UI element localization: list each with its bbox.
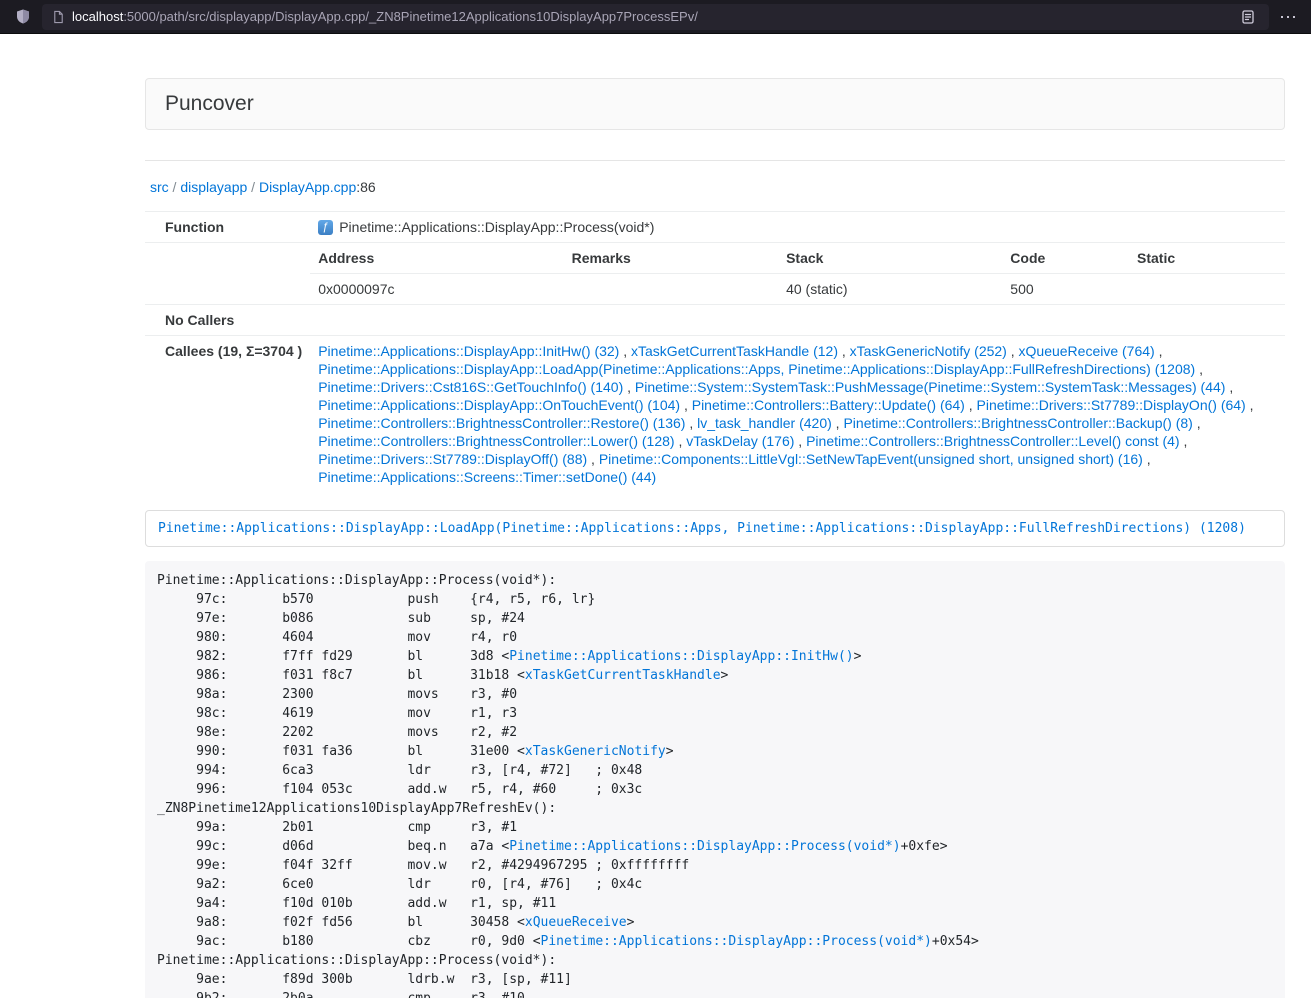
stat-value-code: 500: [1002, 274, 1129, 305]
callee-separator: ,: [1195, 361, 1203, 377]
code-symbol-link[interactable]: Pinetime::Applications::DisplayApp::Proc…: [509, 839, 900, 854]
callee-link[interactable]: Pinetime::Applications::DisplayApp::Load…: [318, 361, 1195, 377]
selected-callee-box: Pinetime::Applications::DisplayApp::Load…: [145, 510, 1285, 547]
stats-header-row: AddressRemarksStackCodeStatic: [310, 243, 1285, 274]
stat-value-address: 0x0000097c: [310, 274, 563, 305]
breadcrumb-item-src[interactable]: src: [150, 179, 169, 195]
code-symbol-link[interactable]: xTaskGetCurrentTaskHandle: [525, 668, 721, 683]
callee-separator: ,: [619, 343, 631, 359]
callee-link[interactable]: xQueueReceive (764): [1019, 343, 1155, 359]
callee-separator: ,: [1007, 343, 1019, 359]
callee-separator: ,: [965, 397, 977, 413]
callee-link[interactable]: Pinetime::Applications::Screens::Timer::…: [318, 469, 656, 485]
url-bar[interactable]: localhost:5000/path/src/displayapp/Displ…: [42, 4, 1269, 30]
shield-icon[interactable]: [12, 6, 34, 28]
function-row-label: Function: [145, 212, 310, 243]
callee-link[interactable]: Pinetime::Applications::DisplayApp::OnTo…: [318, 397, 680, 413]
code-symbol-link[interactable]: xTaskGenericNotify: [525, 744, 666, 759]
callee-separator: ,: [1225, 379, 1233, 395]
callee-link[interactable]: Pinetime::Applications::DisplayApp::Init…: [318, 343, 619, 359]
column-header-address: Address: [310, 243, 563, 274]
column-header-stack: Stack: [778, 243, 1002, 274]
callee-link[interactable]: Pinetime::Controllers::BrightnessControl…: [318, 433, 674, 449]
callee-separator: ,: [1246, 397, 1254, 413]
no-callers-row: No Callers: [145, 305, 1285, 336]
stats-table: AddressRemarksStackCodeStatic 0x0000097c…: [310, 243, 1285, 304]
stat-value-static: [1129, 274, 1285, 305]
page-title: Puncover: [145, 78, 1285, 130]
callee-link[interactable]: Pinetime::Drivers::St7789::DisplayOn() (…: [977, 397, 1246, 413]
function-icon: ƒ: [318, 220, 333, 235]
callee-link[interactable]: Pinetime::Controllers::BrightnessControl…: [843, 415, 1192, 431]
callee-link[interactable]: xTaskGenericNotify (252): [850, 343, 1007, 359]
selected-callee-link[interactable]: Pinetime::Applications::DisplayApp::Load…: [158, 521, 1246, 536]
callee-separator: ,: [1143, 451, 1151, 467]
callee-link[interactable]: Pinetime::System::SystemTask::PushMessag…: [635, 379, 1226, 395]
stats-row-label: [145, 243, 310, 305]
breadcrumb-item-displayapp[interactable]: displayapp: [180, 179, 247, 195]
callee-separator: ,: [1180, 433, 1188, 449]
code-symbol-link[interactable]: Pinetime::Applications::DisplayApp::Init…: [509, 649, 853, 664]
page-icon: [52, 10, 65, 24]
url-text[interactable]: localhost:5000/path/src/displayapp/Displ…: [72, 9, 698, 24]
callee-separator: ,: [832, 415, 844, 431]
callee-separator: ,: [623, 379, 635, 395]
callees-list: Pinetime::Applications::DisplayApp::Init…: [310, 336, 1285, 493]
callee-separator: ,: [675, 433, 687, 449]
breadcrumb-separator: /: [169, 179, 181, 195]
breadcrumb-item-displayapp.cpp[interactable]: DisplayApp.cpp: [259, 179, 356, 195]
column-header-remarks: Remarks: [564, 243, 778, 274]
callee-link[interactable]: Pinetime::Drivers::Cst816S::GetTouchInfo…: [318, 379, 623, 395]
url-host: localhost: [72, 9, 123, 24]
browser-toolbar: localhost:5000/path/src/displayapp/Displ…: [0, 0, 1311, 34]
stats-row-outer: AddressRemarksStackCodeStatic 0x0000097c…: [145, 243, 1285, 305]
callee-separator: ,: [1193, 415, 1201, 431]
stat-value-remarks: [564, 274, 778, 305]
function-cell: ƒ Pinetime::Applications::DisplayApp::Pr…: [310, 212, 1285, 243]
overflow-menu-icon[interactable]: ⋯: [1277, 6, 1299, 28]
disassembly-block: Pinetime::Applications::DisplayApp::Proc…: [145, 561, 1285, 998]
reader-view-icon[interactable]: [1237, 6, 1259, 28]
breadcrumb: src / displayapp / DisplayApp.cpp:86: [145, 177, 1285, 197]
callee-link[interactable]: Pinetime::Drivers::St7789::DisplayOff() …: [318, 451, 587, 467]
callee-separator: ,: [838, 343, 850, 359]
breadcrumb-separator: /: [247, 179, 259, 195]
callee-separator: ,: [680, 397, 692, 413]
callee-link[interactable]: Pinetime::Components::LittleVgl::SetNewT…: [599, 451, 1143, 467]
callee-separator: ,: [685, 415, 697, 431]
column-header-static: Static: [1129, 243, 1285, 274]
function-row: Function ƒ Pinetime::Applications::Displ…: [145, 212, 1285, 243]
stats-value-row: 0x0000097c 40 (static)500: [310, 274, 1285, 305]
page-content: Puncover src / displayapp / DisplayApp.c…: [145, 78, 1285, 998]
stat-value-stack: 40 (static): [778, 274, 1002, 305]
url-path: :5000/path/src/displayapp/DisplayApp.cpp…: [123, 9, 698, 24]
no-callers-label: No Callers: [145, 305, 310, 336]
code-symbol-link[interactable]: xQueueReceive: [525, 915, 627, 930]
callee-link[interactable]: vTaskDelay (176): [686, 433, 794, 449]
callee-link[interactable]: Pinetime::Controllers::Battery::Update()…: [692, 397, 965, 413]
callee-separator: ,: [794, 433, 806, 449]
callees-label: Callees (19, Σ=3704 ): [145, 336, 310, 493]
code-symbol-link[interactable]: Pinetime::Applications::DisplayApp::Proc…: [541, 934, 932, 949]
function-table: Function ƒ Pinetime::Applications::Displ…: [145, 211, 1285, 492]
callee-link[interactable]: xTaskGetCurrentTaskHandle (12): [631, 343, 838, 359]
callee-link[interactable]: Pinetime::Controllers::BrightnessControl…: [806, 433, 1179, 449]
function-name: Pinetime::Applications::DisplayApp::Proc…: [339, 218, 654, 236]
stats-cell: AddressRemarksStackCodeStatic 0x0000097c…: [310, 243, 1285, 305]
callee-separator: ,: [587, 451, 599, 467]
divider: [145, 160, 1285, 161]
column-header-code: Code: [1002, 243, 1129, 274]
no-callers-cell: [310, 305, 1285, 336]
callee-separator: ,: [1155, 343, 1163, 359]
callee-link[interactable]: lv_task_handler (420): [697, 415, 832, 431]
callees-row: Callees (19, Σ=3704 ) Pinetime::Applicat…: [145, 336, 1285, 493]
breadcrumb-line-number: :86: [356, 179, 375, 195]
callee-link[interactable]: Pinetime::Controllers::BrightnessControl…: [318, 415, 685, 431]
